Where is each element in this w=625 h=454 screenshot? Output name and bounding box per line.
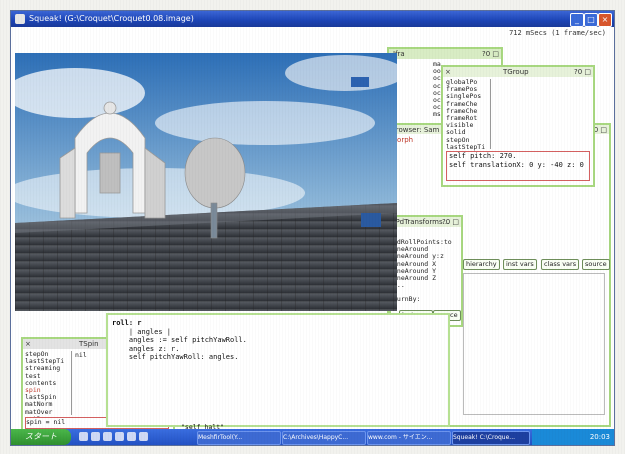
squeak-icon [15, 14, 25, 24]
desktop-icon[interactable] [91, 432, 100, 441]
croquet-3d-world[interactable] [15, 53, 397, 311]
taskbar-item-active[interactable]: Squeak! C:\Croque... [452, 431, 530, 445]
inst-vars-button[interactable]: inst vars [503, 259, 537, 270]
frame-rate-status: 712 mSecs (1 frame/sec) [509, 29, 606, 37]
tspin-value: nil [75, 351, 87, 359]
browser-controls[interactable]: ?0 □ [482, 49, 499, 59]
class-browser-title: Browser: Sam [391, 126, 440, 134]
portal-icon [351, 77, 369, 87]
source-button[interactable]: source [582, 259, 610, 270]
phone-icon [361, 213, 381, 227]
close-icon[interactable]: × [25, 339, 31, 349]
start-button[interactable]: スタート [11, 429, 71, 445]
transforms-header[interactable]: fPdTransforms... ?0 □ [391, 217, 461, 227]
transforms-controls[interactable]: ?0 □ [442, 217, 459, 227]
tgroup-header[interactable]: × TGroup ?0 □ [443, 67, 593, 77]
title-bar[interactable]: Squeak! (G:\Croquet\Croquet0.08.image) _… [11, 11, 614, 27]
maximize-button[interactable]: □ [584, 13, 598, 27]
squeak-desktop[interactable]: 712 mSecs (1 frame/sec) Ifra ?0 □ ma ooi… [11, 27, 614, 433]
minimize-button[interactable]: _ [570, 13, 584, 27]
method-editor[interactable]: roll: r | angles | angles := self pitchY… [106, 313, 450, 427]
tgroup-title: TGroup [503, 68, 529, 76]
browser-code-pane[interactable] [463, 273, 605, 415]
hierarchy-button[interactable]: hierarchy [463, 259, 500, 270]
start-label: スタート [25, 432, 57, 441]
list-item[interactable]: lastStepTi [446, 143, 490, 151]
system-tray[interactable]: 20:03 [532, 429, 614, 445]
ie-icon[interactable] [79, 432, 88, 441]
class-vars-button[interactable]: class vars [541, 259, 580, 270]
app-icon[interactable] [139, 432, 148, 441]
app-icon[interactable] [115, 432, 124, 441]
code-line: angles z: r. [112, 344, 180, 353]
taskbar-item[interactable]: C:\Archives\HappyC... [282, 431, 366, 445]
method-code[interactable]: roll: r | angles | angles := self pitchY… [112, 319, 247, 362]
taskbar-item[interactable]: www.com - サイエン... [367, 431, 451, 445]
taskbar-item[interactable]: MeshfirTool(Y... [197, 431, 281, 445]
close-icon[interactable]: × [445, 67, 451, 77]
tgroup-controls[interactable]: ?0 □ [574, 67, 591, 77]
code-line: self translationX: 0 y: -40 z: 0 [449, 160, 584, 169]
close-button[interactable]: × [598, 13, 612, 27]
transforms-list[interactable]: ndRollPoints:to oneAround oneAround y:z … [393, 238, 452, 289]
windows-taskbar: スタート MeshfirTool(Y... C:\Archives\HappyC… [11, 429, 614, 445]
tgroup-code[interactable]: self pitch: 270. self translationX: 0 y:… [446, 151, 590, 181]
code-line: self pitchYawRoll: angles. [112, 353, 239, 361]
tspin-title: TSpin [79, 340, 99, 348]
transforms-footer: furnBy: [393, 295, 421, 303]
transforms-title: fPdTransforms... [393, 218, 450, 226]
code-line: angles := self pitchYawRoll. [112, 336, 247, 344]
squeak-window: Squeak! (G:\Croquet\Croquet0.08.image) _… [10, 10, 615, 446]
transforms-browser[interactable]: fPdTransforms... ?0 □ ndRollPoints:to on… [389, 215, 463, 327]
window-title: Squeak! (G:\Croquet\Croquet0.08.image) [29, 14, 194, 23]
clock: 20:03 [589, 433, 610, 441]
world-render [15, 53, 397, 311]
code-line: self pitch: 270. [449, 152, 517, 160]
code-line: | angles | [112, 327, 172, 336]
tgroup-inspector[interactable]: × TGroup ?0 □ globalPo framePos singlePo… [441, 65, 595, 187]
code-line: roll: r [112, 319, 142, 327]
list-item[interactable]: ... [393, 282, 452, 289]
browser-header[interactable]: Ifra ?0 □ [389, 49, 501, 59]
app-icon[interactable] [127, 432, 136, 441]
tspin-field-list[interactable]: stepOn lastStepTi streaming test content… [25, 350, 72, 423]
media-icon[interactable] [103, 432, 112, 441]
tgroup-field-list[interactable]: globalPo framePos singlePos frameChe fra… [446, 78, 491, 151]
